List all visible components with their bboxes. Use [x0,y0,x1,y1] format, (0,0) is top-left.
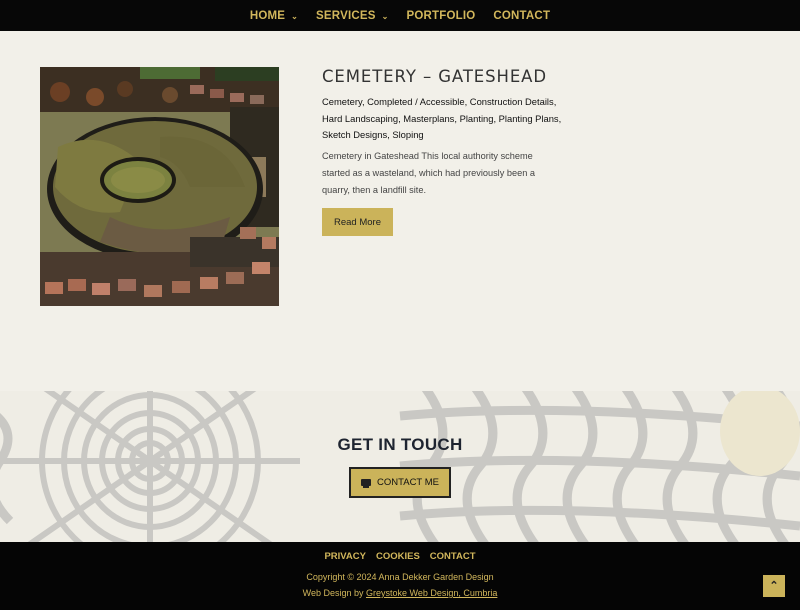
post-thumbnail[interactable] [40,67,279,306]
nav-item-services[interactable]: SERVICES ⌄ [307,10,397,22]
portfolio-post: CEMETERY – GATESHEAD Cemetery, Completed… [0,31,800,391]
footer-link-privacy[interactable]: PRIVACY [324,551,366,562]
read-more-button[interactable]: Read More [322,208,393,236]
credit-link[interactable]: Greystoke Web Design, Cumbria [366,588,497,598]
footer-links: PRIVACY COOKIES CONTACT [0,551,800,562]
post-excerpt: Cemetery in Gateshead This local authori… [322,151,535,195]
footer-link-contact[interactable]: CONTACT [430,551,476,562]
aerial-photo-image [40,67,279,306]
credit-prefix: Web Design by [302,588,366,598]
nav-item-label: CONTACT [493,9,551,22]
scroll-to-top-button[interactable]: ⌃ [763,575,785,597]
web-design-credit: Web Design by Greystoke Web Design, Cumb… [0,588,800,598]
nav-item-label: PORTFOLIO [406,9,476,22]
site-footer: PRIVACY COOKIES CONTACT Copyright © 2024… [0,542,800,610]
post-categories[interactable]: Cemetery, Completed / Accessible, Constr… [322,94,567,144]
footer-link-cookies[interactable]: COOKIES [376,551,420,562]
top-navigation: HOME ⌄ SERVICES ⌄ PORTFOLIO CONTACT [0,0,800,31]
nav-item-portfolio[interactable]: PORTFOLIO [398,10,485,22]
nav-item-label: SERVICES [316,9,376,22]
get-in-touch-section: GET IN TOUCH CONTACT ME [0,391,800,542]
get-in-touch-heading: GET IN TOUCH [337,435,463,454]
chevron-up-icon: ⌃ [769,579,779,592]
contact-me-button[interactable]: CONTACT ME [349,467,451,498]
chevron-down-icon: ⌄ [291,12,299,21]
truck-icon [361,479,372,488]
post-title[interactable]: CEMETERY – GATESHEAD [322,67,547,86]
nav-item-label: HOME [249,9,286,22]
nav-item-home[interactable]: HOME ⌄ [241,10,307,22]
chevron-down-icon: ⌄ [381,12,389,21]
nav-item-contact[interactable]: CONTACT [484,10,559,22]
contact-me-label: CONTACT ME [377,477,439,488]
copyright-text: Copyright © 2024 Anna Dekker Garden Desi… [306,572,494,582]
